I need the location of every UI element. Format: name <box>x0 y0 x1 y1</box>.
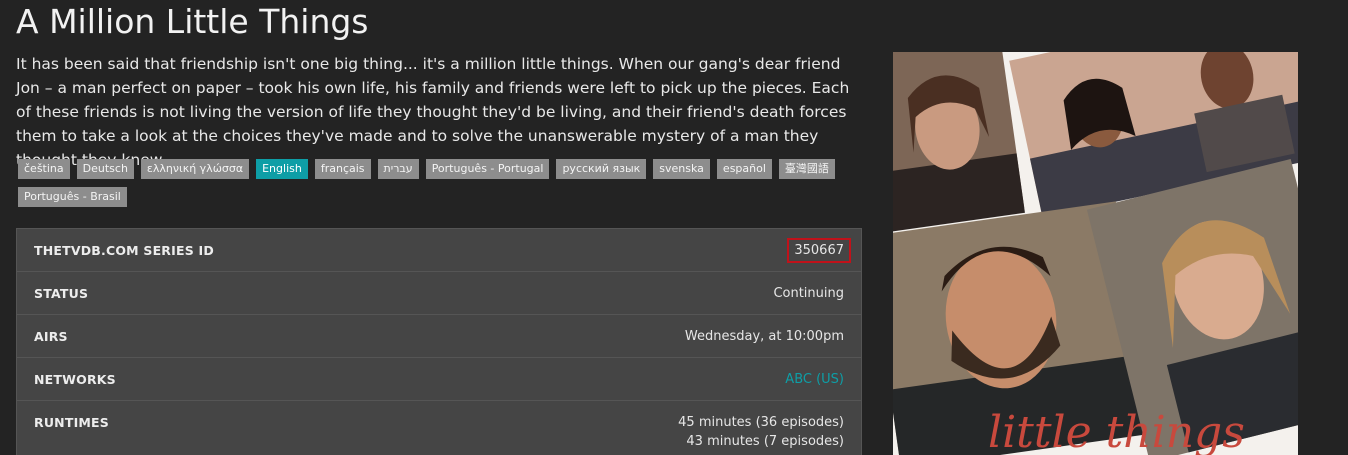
info-row-airs: AIRS Wednesday, at 10:00pm <box>17 315 861 358</box>
runtimes-label: RUNTIMES <box>34 415 109 430</box>
language-tag-cestina[interactable]: čeština <box>18 159 70 179</box>
status-label: STATUS <box>34 286 89 301</box>
language-tag-svenska[interactable]: svenska <box>653 159 710 179</box>
runtime-line: 43 minutes (7 episodes) <box>686 434 844 449</box>
language-tags: čeština Deutsch ελληνική γλώσσα English … <box>18 159 838 207</box>
info-row-runtimes: RUNTIMES 45 minutes (36 episodes) 43 min… <box>17 401 861 455</box>
networks-label: NETWORKS <box>34 372 116 387</box>
airs-label: AIRS <box>34 329 68 344</box>
series-overview: It has been said that friendship isn't o… <box>16 55 850 169</box>
series-info-table: THETVDB.COM SERIES ID 350667 STATUS Cont… <box>16 228 862 455</box>
language-tag-greek[interactable]: ελληνική γλώσσα <box>140 159 250 179</box>
series-title: A Million Little Things <box>16 2 369 41</box>
series-id-label: THETVDB.COM SERIES ID <box>34 243 214 258</box>
info-row-networks: NETWORKS ABC (US) <box>17 358 861 401</box>
language-tag-francais[interactable]: français <box>314 159 371 179</box>
runtime-line: 45 minutes (36 episodes) <box>678 415 844 430</box>
poster-title-text: little things <box>988 407 1245 455</box>
language-tag-english[interactable]: English <box>256 159 308 179</box>
language-tag-portugues-portugal[interactable]: Português - Portugal <box>425 159 550 179</box>
series-poster[interactable]: little things <box>893 52 1298 455</box>
language-tag-portugues-brasil[interactable]: Português - Brasil <box>18 187 127 207</box>
series-page: A Million Little Things It has been said… <box>0 0 1348 455</box>
series-id-value: 350667 <box>787 238 851 263</box>
poster-artwork: little things <box>893 52 1298 455</box>
language-tag-taiwanese[interactable]: 臺灣國語 <box>778 159 835 179</box>
language-tag-espanol[interactable]: español <box>716 159 772 179</box>
status-value: Continuing <box>773 286 844 301</box>
language-tag-russian[interactable]: русский язык <box>556 159 647 179</box>
language-tag-deutsch[interactable]: Deutsch <box>76 159 134 179</box>
info-row-series-id: THETVDB.COM SERIES ID 350667 <box>17 229 861 272</box>
runtimes-value: 45 minutes (36 episodes) 43 minutes (7 e… <box>678 399 844 451</box>
info-row-status: STATUS Continuing <box>17 272 861 315</box>
airs-value: Wednesday, at 10:00pm <box>684 329 844 344</box>
network-link[interactable]: ABC (US) <box>785 358 844 387</box>
language-tag-hebrew[interactable]: עברית <box>377 159 419 179</box>
